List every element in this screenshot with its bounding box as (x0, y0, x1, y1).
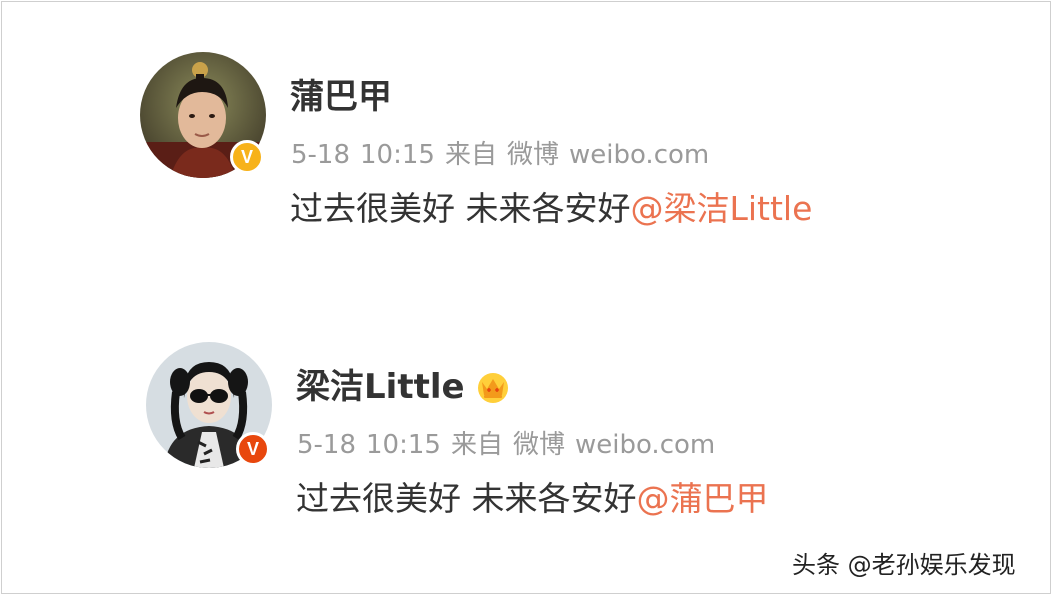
post-time[interactable]: 10:15 (366, 430, 441, 460)
post-meta: 5-18 10:15 来自 微博 weibo.com (291, 142, 719, 168)
post-date[interactable]: 5-18 (297, 430, 356, 460)
username-text[interactable]: 蒲巴甲 (290, 80, 392, 114)
username[interactable]: 蒲巴甲 (290, 80, 392, 114)
verified-badge: V (236, 432, 270, 466)
verified-badge: V (230, 140, 264, 174)
source-domain[interactable]: weibo.com (575, 430, 715, 460)
post-content: 过去很美好 未来各安好@梁洁Little (290, 192, 812, 225)
crown-icon[interactable] (475, 371, 511, 403)
mention-link[interactable]: @梁洁Little (631, 189, 813, 228)
source-name[interactable]: 微博 (507, 140, 559, 170)
post-date[interactable]: 5-18 (291, 140, 350, 170)
source-domain[interactable]: weibo.com (569, 140, 709, 170)
post-content: 过去很美好 未来各安好@蒲巴甲 (296, 482, 769, 515)
username-text[interactable]: 梁洁Little (296, 370, 465, 404)
username[interactable]: 梁洁Little (296, 370, 511, 404)
mention-link[interactable]: @蒲巴甲 (637, 479, 769, 518)
source-prefix: 来自 (450, 430, 503, 460)
source-name[interactable]: 微博 (513, 430, 565, 460)
source-prefix: 来自 (444, 140, 497, 170)
post-time[interactable]: 10:15 (360, 140, 435, 170)
post-text: 过去很美好 未来各安好 (290, 189, 631, 228)
watermark: 头条 @老孙娱乐发现 (792, 551, 1016, 579)
post-meta: 5-18 10:15 来自 微博 weibo.com (297, 432, 725, 458)
post-text: 过去很美好 未来各安好 (296, 479, 637, 518)
